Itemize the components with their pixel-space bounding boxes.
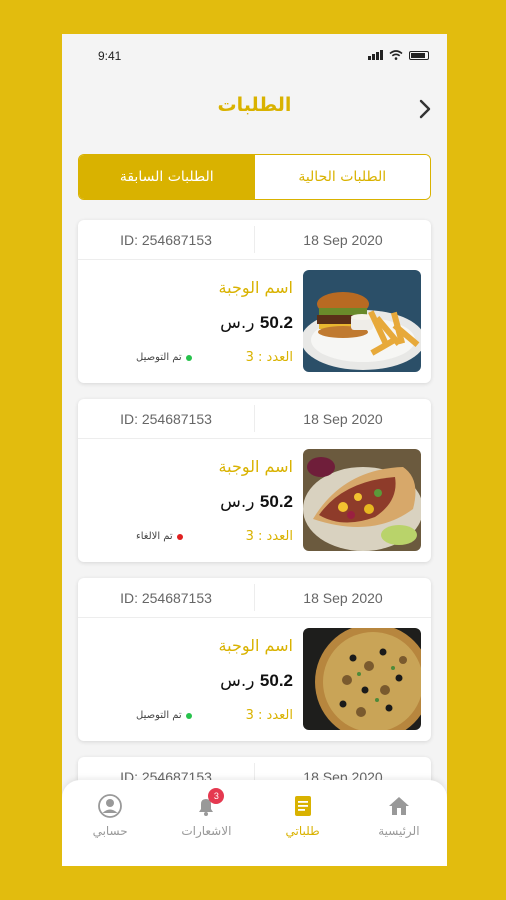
tab-label: الرئيسية — [378, 824, 420, 838]
user-icon — [98, 794, 123, 818]
meal-name: اسم الوجبة — [218, 636, 293, 655]
meal-price: 50.2 ر.س — [220, 671, 293, 691]
order-card-header: ID: 254687153 18 Sep 2020 — [78, 578, 431, 618]
price-value: 50.2 — [259, 492, 293, 511]
status-bar: 9:41 — [62, 34, 447, 78]
tab-label: الطلبات الحالية — [298, 169, 387, 185]
order-quantity: العدد : 3 — [245, 350, 293, 365]
bell-icon: 3 — [194, 788, 225, 818]
price-value: 50.2 — [259, 671, 293, 690]
order-card[interactable]: ID: 254687153 18 Sep 2020 — [78, 220, 431, 383]
order-id: ID: 254687153 — [120, 231, 212, 248]
meal-price: 50.2 ر.س — [220, 313, 293, 333]
order-status: تم التوصيل — [136, 352, 192, 363]
price-currency: ر.س — [220, 671, 255, 691]
tab-label: الطلبات السابقة — [119, 169, 214, 185]
tab-notifications[interactable]: 3 الاشعارات — [166, 780, 246, 866]
order-quantity: العدد : 3 — [245, 708, 293, 723]
status-dot-icon — [185, 354, 192, 361]
battery-icon — [409, 50, 429, 60]
burger-image — [303, 270, 421, 372]
tab-home[interactable]: الرئيسية — [359, 780, 439, 866]
signal-icon — [368, 50, 383, 60]
tab-label: طلباتي — [285, 824, 320, 838]
order-status: تم التوصيل — [136, 710, 192, 721]
status-dot-icon — [176, 533, 183, 540]
order-id: ID: 254687153 — [120, 410, 212, 427]
order-id: ID: 254687153 — [120, 589, 212, 606]
orders-tabs: الطلبات السابقة الطلبات الحالية — [78, 154, 431, 200]
status-label: تم الالغاء — [136, 531, 173, 542]
order-card-header: ID: 254687153 18 Sep 2020 — [78, 220, 431, 260]
price-currency: ر.س — [220, 492, 255, 512]
status-time: 9:41 — [98, 49, 122, 63]
tab-label: الاشعارات — [181, 824, 232, 838]
tab-current-orders[interactable]: الطلبات الحالية — [254, 155, 430, 199]
phone-screen: 9:41 الطلبات الطلبات السابقة الطلبات الح… — [62, 34, 447, 866]
order-card-header: ID: 254687153 18 Sep 2020 — [78, 399, 431, 439]
home-icon — [388, 797, 409, 815]
meal-name: اسم الوجبة — [218, 457, 293, 476]
notification-badge: 3 — [208, 788, 225, 804]
status-dot-icon — [185, 712, 192, 719]
tab-my-orders[interactable]: طلباتي — [263, 780, 343, 866]
price-value: 50.2 — [259, 313, 293, 332]
page-title: الطلبات — [217, 94, 292, 116]
chevron-right-icon[interactable] — [417, 98, 433, 120]
pizza-image — [303, 628, 421, 730]
order-date: 18 Sep 2020 — [303, 231, 383, 248]
order-status: تم الالغاء — [136, 531, 183, 542]
order-quantity: العدد : 3 — [245, 529, 293, 544]
order-card[interactable]: ID: 254687153 18 Sep 2020 — [78, 399, 431, 562]
status-icons — [368, 50, 429, 60]
wrap-image — [303, 449, 421, 551]
status-label: تم التوصيل — [136, 352, 182, 363]
order-date: 18 Sep 2020 — [303, 410, 383, 427]
price-currency: ر.س — [220, 313, 255, 333]
header: الطلبات — [62, 86, 447, 126]
orders-icon — [294, 796, 311, 816]
status-label: تم التوصيل — [136, 710, 182, 721]
tab-label: حسابي — [92, 824, 128, 838]
tab-previous-orders[interactable]: الطلبات السابقة — [79, 155, 255, 199]
wifi-icon — [389, 50, 403, 60]
meal-name: اسم الوجبة — [218, 278, 293, 297]
order-card[interactable]: ID: 254687153 18 Sep 2020 — [78, 578, 431, 741]
order-date: 18 Sep 2020 — [303, 589, 383, 606]
tab-account[interactable]: حسابي — [70, 780, 150, 866]
bottom-tab-bar: حسابي 3 الاشعارات طلباتي الرئيسية — [62, 780, 447, 866]
meal-price: 50.2 ر.س — [220, 492, 293, 512]
